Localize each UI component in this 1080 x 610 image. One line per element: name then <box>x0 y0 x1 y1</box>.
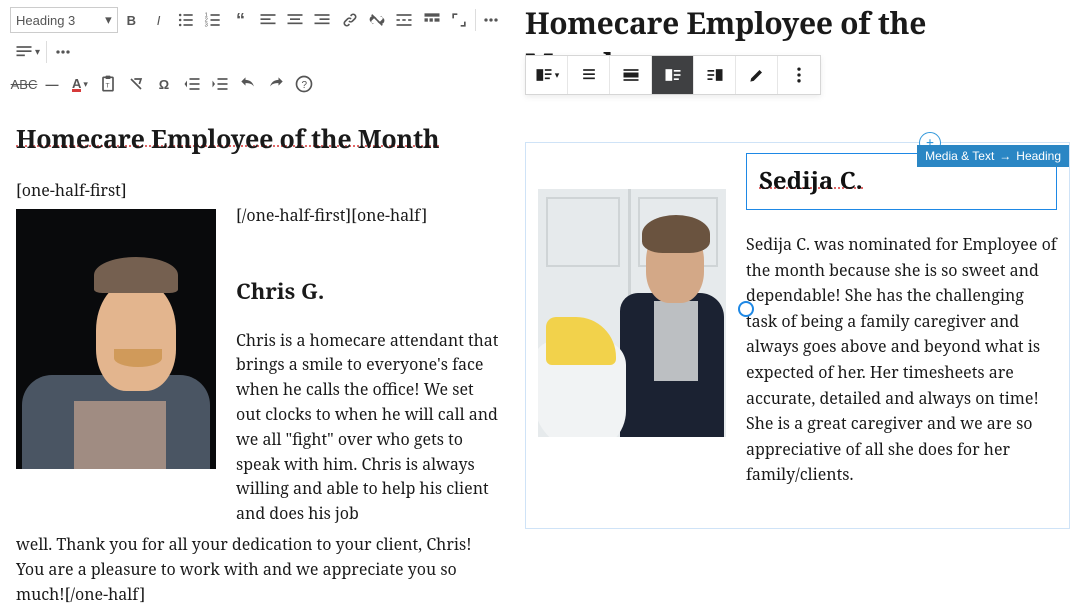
media-left-button[interactable] <box>652 56 694 94</box>
block-breadcrumb[interactable]: Media & Text → Heading <box>917 145 1069 167</box>
number-list-button[interactable]: 123 <box>200 6 227 34</box>
employee-photo-sedija[interactable] <box>538 189 726 437</box>
classic-toolbar: Heading 3 ▾ B I 123 “ <box>10 0 505 100</box>
arrow-right-icon: → <box>999 149 1011 163</box>
kitchen-sink-button[interactable] <box>478 6 505 34</box>
employee-name-heading: Sedija C. <box>759 175 863 189</box>
block-toolbar: ▾ <box>525 55 821 95</box>
paragraph-style-select[interactable]: Heading 3 ▾ <box>10 7 118 33</box>
svg-text:3: 3 <box>205 23 208 29</box>
media-resize-handle[interactable] <box>738 301 754 317</box>
bullet-list-button[interactable] <box>172 6 199 34</box>
bold-button[interactable]: B <box>118 6 145 34</box>
media-right-button[interactable] <box>694 56 736 94</box>
block-editor-pane: Homecare Employee of the Month ▾ <box>515 0 1080 522</box>
page-heading: Homecare Employee of the Month <box>16 122 499 156</box>
paste-text-button[interactable]: T <box>94 70 122 98</box>
align-left-button[interactable] <box>254 6 281 34</box>
classic-editor-pane: Heading 3 ▾ B I 123 “ <box>0 0 515 522</box>
text-color-button[interactable]: A▾ <box>66 70 94 98</box>
fullscreen-button[interactable] <box>445 6 472 34</box>
redo-button[interactable] <box>262 70 290 98</box>
media-text-block[interactable]: + Media & Text → Heading <box>525 142 1070 529</box>
hr-button[interactable]: — <box>38 70 66 98</box>
indent-button[interactable] <box>206 70 234 98</box>
link-button[interactable] <box>336 6 363 34</box>
style-select-label: Heading 3 <box>16 13 75 28</box>
row2-more-button[interactable] <box>49 38 77 66</box>
svg-text:?: ? <box>302 80 308 91</box>
special-char-button[interactable]: Ω <box>150 70 178 98</box>
employee-body-text: Chris is a homecare attendant that bring… <box>236 328 499 526</box>
employee-body-tail: well. Thank you for all your dedication … <box>16 532 499 606</box>
svg-text:T: T <box>106 82 110 89</box>
unlink-button[interactable] <box>363 6 390 34</box>
breadcrumb-parent: Media & Text <box>925 149 994 163</box>
block-paragraph-button[interactable]: ▾ <box>10 38 44 66</box>
block-more-button[interactable] <box>778 56 820 94</box>
edit-media-button[interactable] <box>736 56 778 94</box>
align-none-button[interactable] <box>568 56 610 94</box>
read-more-button[interactable] <box>391 6 418 34</box>
italic-button[interactable]: I <box>145 6 172 34</box>
outdent-button[interactable] <box>178 70 206 98</box>
breadcrumb-child: Heading <box>1016 149 1061 163</box>
undo-button[interactable] <box>234 70 262 98</box>
align-right-button[interactable] <box>309 6 336 34</box>
align-center-button[interactable] <box>281 6 308 34</box>
quote-button[interactable]: “ <box>227 6 254 34</box>
toolbar-toggle-button[interactable] <box>418 6 445 34</box>
clear-format-button[interactable] <box>122 70 150 98</box>
page-heading-line1[interactable]: Homecare Employee of the <box>525 0 1070 43</box>
classic-editor-body[interactable]: Homecare Employee of the Month [one-half… <box>10 100 505 610</box>
strike-button[interactable]: ABC <box>10 70 38 98</box>
help-button[interactable]: ? <box>290 70 318 98</box>
employee-photo-chris[interactable] <box>16 209 216 469</box>
align-wide-button[interactable] <box>610 56 652 94</box>
employee-body-text[interactable]: Sedija C. was nominated for Employee of … <box>746 232 1057 488</box>
shortcode-mid: [/one-half-first][one-half] <box>236 203 499 228</box>
employee-name-heading: Chris G. <box>236 276 499 306</box>
block-transform-button[interactable]: ▾ <box>526 56 568 94</box>
chevron-down-icon: ▾ <box>105 12 112 28</box>
shortcode-open: [one-half-first] <box>16 178 499 203</box>
